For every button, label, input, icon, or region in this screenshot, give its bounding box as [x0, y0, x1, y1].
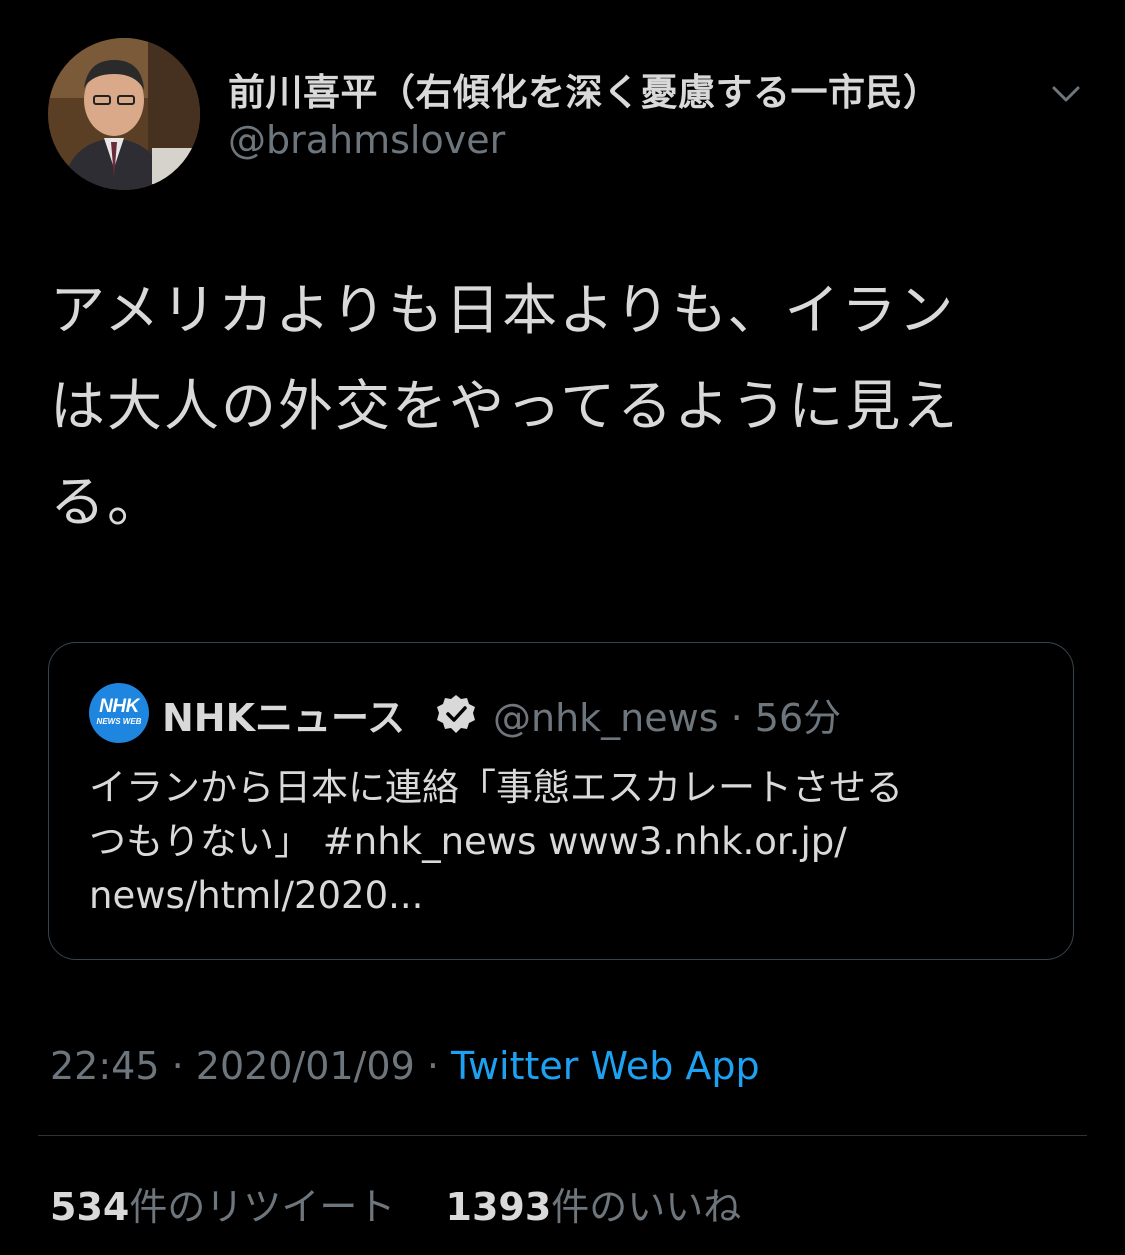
retweet-count-link[interactable]: 534件のリツイート	[50, 1185, 395, 1229]
separator-dot: ·	[730, 696, 743, 740]
tweet-stats: 534件のリツイート 1393件のいいね	[50, 1176, 741, 1231]
quoted-text-line: イランから日本に連絡「事態エスカレートさせる	[89, 766, 903, 809]
like-count: 1393	[445, 1185, 552, 1229]
quoted-tweet-time: 56分	[754, 696, 842, 740]
separator-dot: ·	[159, 1044, 196, 1088]
tweet-text-line: は大人の外交をやってるように見え	[50, 374, 960, 438]
like-count-link[interactable]: 1393件のいいね	[446, 1185, 742, 1229]
nhk-logo-subtext: NEWS WEB	[96, 717, 142, 726]
tweet-header: 前川喜平（右傾化を深く憂慮する一市民） @brahmslover	[48, 38, 1088, 190]
profile-photo	[48, 38, 200, 190]
chevron-down-icon[interactable]	[1048, 76, 1084, 112]
tweet-date[interactable]: 2020/01/09	[196, 1044, 415, 1088]
tweet-text: アメリカよりも日本よりも、イラン は大人の外交をやってるように見え る。	[50, 262, 1060, 550]
verified-badge-icon	[437, 695, 475, 733]
quoted-tweet-card[interactable]: NHK NEWS WEB NHKニュース @nhk_news · 56分 イラン…	[48, 642, 1074, 960]
tweet-time[interactable]: 22:45	[50, 1044, 160, 1088]
tweet-meta: 22:45 · 2020/01/09 · Twitter Web App	[50, 1044, 760, 1088]
separator-dot: ·	[414, 1044, 452, 1088]
tweet-text-line: アメリカよりも日本よりも、イラン	[50, 278, 956, 342]
tweet-source-link[interactable]: Twitter Web App	[451, 1044, 760, 1088]
retweet-label: 件のリツイート	[129, 1185, 396, 1229]
avatar[interactable]	[48, 38, 200, 190]
author-handle[interactable]: @brahmslover	[228, 118, 505, 162]
like-label: 件のいいね	[551, 1185, 742, 1229]
divider	[38, 1135, 1087, 1136]
quoted-author-handle: @nhk_news	[493, 696, 719, 740]
quoted-text-line: つもりない」 #nhk_news www3.nhk.or.jp/	[89, 820, 847, 863]
retweet-count: 534	[50, 1185, 130, 1229]
author-display-name[interactable]: 前川喜平（右傾化を深く憂慮する一市民）	[228, 62, 941, 116]
quoted-tweet-text: イランから日本に連絡「事態エスカレートさせる つもりない」 #nhk_news …	[89, 761, 1049, 923]
nhk-logo-icon: NHK NEWS WEB	[89, 683, 149, 743]
quoted-author-name: NHKニュース	[162, 696, 406, 740]
quoted-author-handle-time: @nhk_news · 56分	[493, 687, 841, 742]
quoted-text-line: news/html/2020...	[89, 874, 424, 917]
nhk-logo-text: NHK	[99, 696, 139, 717]
tweet-text-line: る。	[50, 470, 165, 534]
